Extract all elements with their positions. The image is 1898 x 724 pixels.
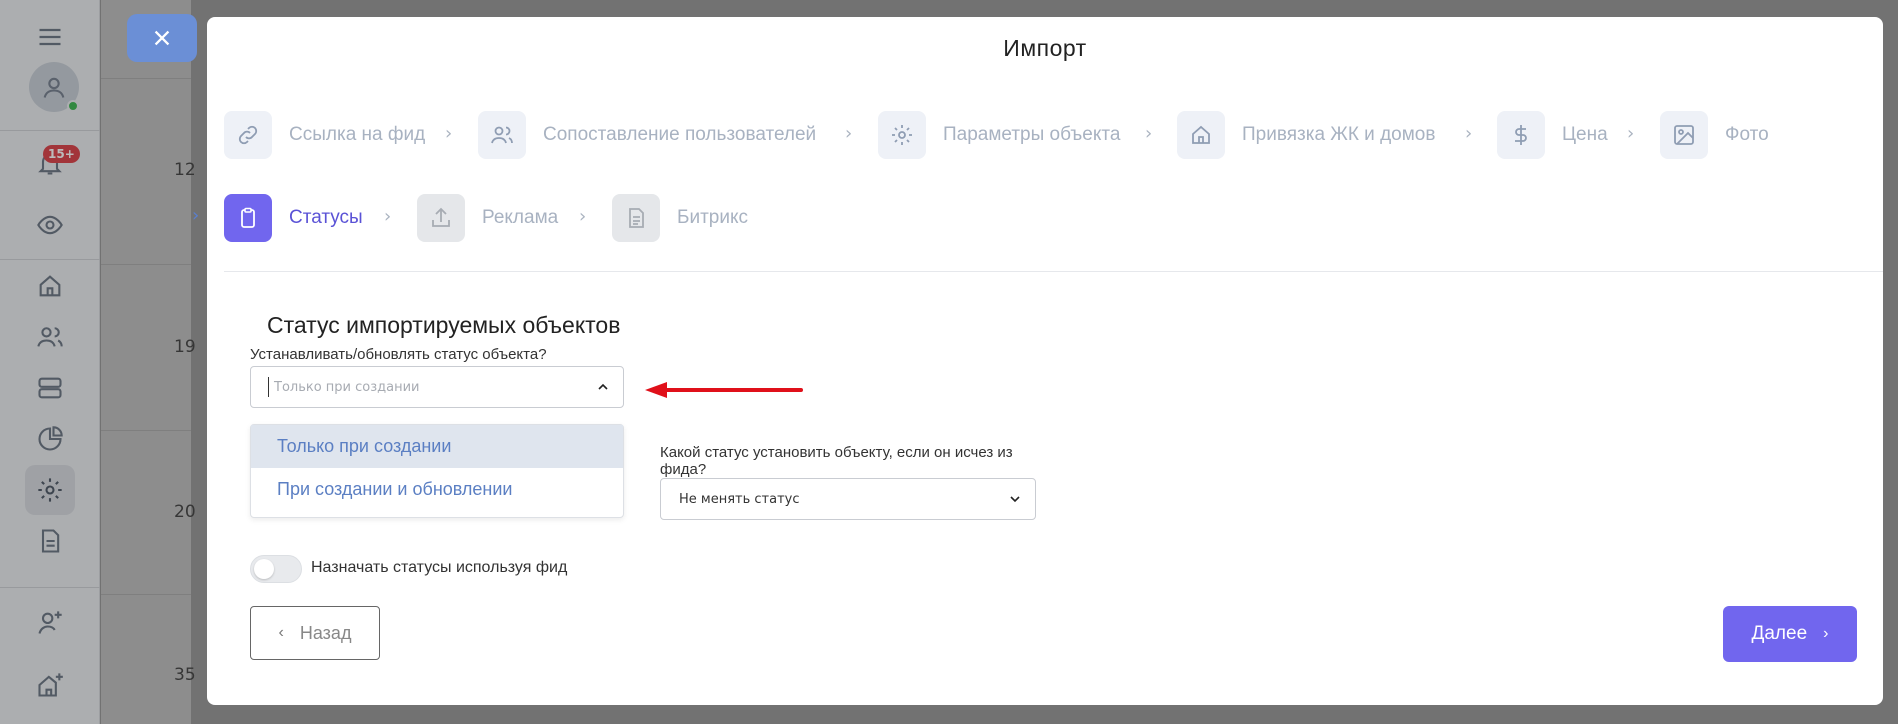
- dollar-icon: [1497, 111, 1545, 159]
- update-status-dropdown: Только при создании При создании и обнов…: [250, 424, 624, 518]
- chevron-right-icon: ›: [579, 206, 587, 227]
- modal-title: Импорт: [1003, 35, 1087, 61]
- link-icon: [224, 111, 272, 159]
- chevron-right-icon: ›: [1145, 123, 1153, 144]
- steps-divider: [224, 271, 1883, 272]
- next-button-label: Далее: [1751, 623, 1808, 644]
- dropdown-option[interactable]: Только при создании: [251, 425, 623, 468]
- chevron-right-icon: ›: [445, 123, 453, 144]
- chevron-right-icon: ›: [1823, 625, 1829, 642]
- missing-status-label: Какой статус установить объекту, если он…: [660, 444, 1013, 478]
- step-feed-link[interactable]: Ссылка на фид: [224, 111, 425, 159]
- chevron-right-icon: ›: [192, 205, 200, 226]
- gear-icon: [878, 111, 926, 159]
- step-user-mapping[interactable]: Сопоставление пользователей: [478, 111, 816, 159]
- clipboard-icon: [224, 194, 272, 242]
- feed-status-toggle[interactable]: [250, 555, 302, 583]
- step-label: Цена: [1562, 124, 1608, 145]
- step-bitrix[interactable]: Битрикс: [612, 194, 748, 242]
- chevron-up-icon[interactable]: [583, 379, 623, 395]
- missing-status-select[interactable]: Не менять статус: [660, 478, 1036, 520]
- share-icon: [417, 194, 465, 242]
- feed-status-toggle-label: Назначать статусы используя фид: [311, 559, 568, 576]
- close-modal-button[interactable]: [127, 14, 197, 62]
- step-photo[interactable]: Фото: [1660, 111, 1769, 159]
- update-status-select[interactable]: Только при создании: [250, 366, 624, 408]
- step-statuses[interactable]: Статусы: [224, 194, 363, 242]
- chevron-down-icon[interactable]: [995, 491, 1035, 507]
- missing-status-value: Не менять статус: [679, 491, 800, 507]
- toggle-knob: [254, 559, 274, 579]
- back-button[interactable]: ‹ Назад: [250, 606, 380, 660]
- step-label: Ссылка на фид: [289, 124, 426, 145]
- section-title: Статус импортируемых объектов: [267, 312, 621, 338]
- image-icon: [1660, 111, 1708, 159]
- step-label: Фото: [1725, 124, 1769, 145]
- annotation-arrow: [645, 382, 803, 398]
- chevron-right-icon: ›: [1627, 123, 1635, 144]
- users-icon: [478, 111, 526, 159]
- step-label: Параметры объекта: [943, 124, 1121, 145]
- home-icon: [1177, 111, 1225, 159]
- step-complex-binding[interactable]: Привязка ЖК и домов: [1177, 111, 1435, 159]
- chevron-left-icon: ‹: [278, 624, 284, 641]
- step-advertising[interactable]: Реклама: [417, 194, 558, 242]
- import-modal: Импорт Ссылка на фид › Сопоставление пол…: [192, 17, 1883, 705]
- next-button[interactable]: Далее ›: [1723, 606, 1857, 662]
- update-status-placeholder: Только при создании: [274, 379, 420, 395]
- document-icon: [612, 194, 660, 242]
- chevron-right-icon: ›: [845, 123, 853, 144]
- chevron-right-icon: ›: [1465, 123, 1473, 144]
- close-icon: [154, 30, 170, 46]
- step-price[interactable]: Цена: [1497, 111, 1608, 159]
- update-status-label: Устанавливать/обновлять статус объекта?: [250, 346, 547, 363]
- step-label: Реклама: [482, 207, 559, 228]
- back-button-label: Назад: [299, 622, 352, 643]
- step-label: Статусы: [289, 207, 363, 228]
- chevron-right-icon: ›: [384, 206, 392, 227]
- step-object-params[interactable]: Параметры объекта: [878, 111, 1120, 159]
- dropdown-option[interactable]: При создании и обновлении: [251, 468, 623, 511]
- step-label: Сопоставление пользователей: [543, 124, 817, 145]
- step-label: Привязка ЖК и домов: [1242, 124, 1436, 145]
- step-label: Битрикс: [677, 207, 748, 228]
